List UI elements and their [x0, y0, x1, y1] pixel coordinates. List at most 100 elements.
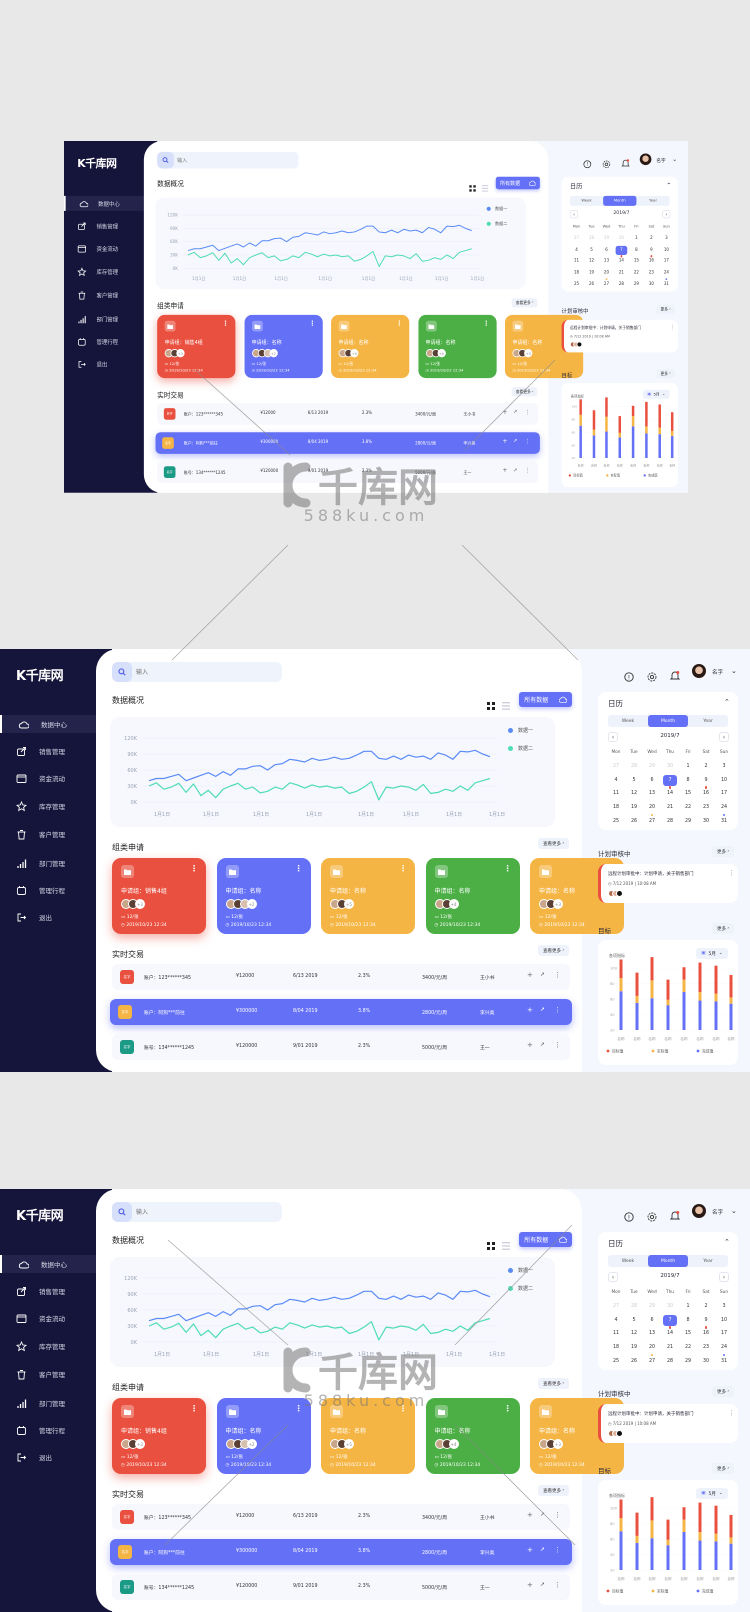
more-vertical-icon[interactable]: ⋮ — [399, 1404, 407, 1413]
collapse-chevron-icon[interactable]: ⌃ — [724, 698, 730, 706]
plus-icon[interactable]: + — [527, 971, 533, 979]
tab-week[interactable]: Week — [608, 1255, 648, 1267]
more-vertical-icon[interactable]: ⋮ — [295, 1404, 303, 1413]
calendar-day[interactable]: 1 — [681, 764, 695, 769]
calendar-day[interactable]: 15 — [631, 259, 643, 263]
calendar-day[interactable]: 14 — [663, 791, 677, 796]
transaction-row[interactable]: 名字 账号：134******1245 ¥120000 9/01 2019 2.3% 50… — [112, 1574, 570, 1600]
sidebar-item-5[interactable]: 部门管理 — [0, 854, 96, 872]
group-card[interactable]: ⋮ 申请组：销售4组 +3 ▭ 12/张 ◷ 2019/10/23 12:34 — [157, 314, 236, 379]
plus-icon[interactable]: + — [502, 438, 507, 445]
calendar-day[interactable]: 26 — [586, 282, 598, 286]
plus-icon[interactable]: + — [527, 1041, 533, 1049]
transaction-row[interactable]: 名字 账户：阿狗***前往 ¥300000 8/04 2019 3.8% 2800/元/周… — [110, 1539, 572, 1565]
prev-month-icon[interactable]: ‹ — [569, 210, 579, 219]
share-arrow-icon[interactable]: ➚ — [540, 1041, 545, 1048]
more-vertical-icon[interactable]: ⋮ — [525, 409, 531, 416]
share-arrow-icon[interactable]: ➚ — [513, 438, 517, 444]
calendar-day[interactable]: 11 — [571, 259, 583, 263]
group-card[interactable]: ⋮ 申请组：名称 +5 ▭ 12/张 ◷ 2019/10/23 12:34 — [331, 314, 410, 379]
notification-bell-icon[interactable] — [621, 155, 630, 171]
calendar-day[interactable]: 14 — [663, 1331, 677, 1336]
more-vertical-icon[interactable]: ⋮ — [554, 971, 561, 979]
calendar-day[interactable]: 14 — [616, 259, 628, 263]
tab-year[interactable]: Year — [688, 715, 728, 727]
calendar-day[interactable]: 7 — [663, 774, 677, 786]
tab-year[interactable]: Year — [688, 1255, 728, 1267]
calendar-day[interactable]: 29 — [681, 1359, 695, 1364]
calendar-day[interactable]: 15 — [681, 791, 695, 796]
calendar-day[interactable]: 19 — [627, 1345, 641, 1350]
next-month-icon[interactable]: › — [719, 732, 729, 742]
calendar-day[interactable]: 30 — [616, 237, 628, 241]
more-vertical-icon[interactable]: ⋮ — [504, 864, 512, 873]
review-more-button[interactable]: 更多 › — [712, 846, 735, 857]
tab-month[interactable]: Month — [603, 195, 637, 206]
calendar-day[interactable]: 27 — [609, 1304, 623, 1309]
calendar-day[interactable]: 29 — [645, 1304, 659, 1309]
calendar-day[interactable]: 17 — [717, 791, 731, 796]
sidebar-item-7[interactable]: 退出 — [64, 356, 144, 371]
goals-more-button[interactable]: 更多 › — [712, 1463, 735, 1474]
calendar-day[interactable]: 3 — [717, 1304, 731, 1309]
chevron-down-icon[interactable]: ⌄ — [731, 667, 737, 675]
share-arrow-icon[interactable]: ➚ — [540, 1546, 545, 1553]
group-card[interactable]: ⋮ 申请组：名称 +4 ▭ 12/张 ◷ 2019/10/23 12:34 — [425, 1398, 520, 1474]
sidebar-item-6[interactable]: 管理行程 — [64, 334, 144, 349]
more-vertical-icon[interactable]: ⋮ — [554, 1041, 561, 1049]
calendar-day[interactable]: 26 — [627, 819, 641, 824]
calendar-day[interactable]: 25 — [571, 282, 583, 286]
calendar-day[interactable]: 5 — [627, 778, 641, 783]
calendar-day[interactable]: 3 — [661, 237, 673, 241]
calendar-day[interactable]: 10 — [717, 1318, 731, 1323]
calendar-day[interactable]: 24 — [661, 271, 673, 275]
settings-gear-icon[interactable] — [647, 667, 657, 686]
sidebar-item-7[interactable]: 退出 — [0, 908, 96, 926]
tab-week[interactable]: Week — [608, 715, 648, 727]
calendar-day[interactable]: 23 — [699, 805, 713, 810]
sidebar-item-6[interactable]: 管理行程 — [0, 881, 96, 899]
plus-icon[interactable]: + — [527, 1511, 533, 1519]
more-vertical-icon[interactable]: ⋮ — [554, 1511, 561, 1519]
calendar-day[interactable]: 30 — [646, 282, 658, 286]
more-vertical-icon[interactable]: ⋮ — [309, 320, 316, 327]
calendar-day[interactable]: 22 — [681, 1345, 695, 1350]
transaction-row[interactable]: 名字 账户：123******345 ¥12000 6/13 2019 2.3% 3400… — [112, 1504, 570, 1530]
calendar-day[interactable]: 30 — [699, 819, 713, 824]
calendar-day[interactable]: 12 — [586, 259, 598, 263]
collapse-chevron-icon[interactable]: ⌃ — [724, 1238, 730, 1246]
more-vertical-icon[interactable]: ⋮ — [728, 869, 735, 877]
calendar-day[interactable]: 1 — [631, 237, 643, 241]
calendar-day[interactable]: 8 — [681, 1318, 695, 1323]
calendar-day[interactable]: 18 — [609, 805, 623, 810]
transaction-row[interactable]: 名字 账号：134******1245 ¥120000 9/01 2019 2.3% 50… — [112, 1034, 570, 1060]
tab-year[interactable]: Year — [636, 196, 669, 206]
more-vertical-icon[interactable]: ⋮ — [504, 1404, 512, 1413]
group-card[interactable]: ⋮ 申请组：名称 +4 ▭ 12/张 ◷ 2019/10/23 12:34 — [418, 314, 497, 379]
group-card[interactable]: ⋮ 申请组：名称 +4 ▭ 12/张 ◷ 2019/10/23 12:34 — [425, 858, 520, 934]
calendar-day[interactable]: 28 — [586, 237, 598, 241]
calendar-day[interactable]: 11 — [609, 1331, 623, 1336]
calendar-day[interactable]: 22 — [681, 805, 695, 810]
calendar-day[interactable]: 9 — [646, 248, 658, 252]
group-card[interactable]: ⋮ 申请组：名称 +2 ▭ 12/张 ◷ 2019/10/23 12:34 — [216, 1398, 311, 1474]
calendar-day[interactable]: 17 — [661, 259, 673, 263]
calendar-day[interactable]: 18 — [609, 1345, 623, 1350]
share-arrow-icon[interactable]: ➚ — [513, 467, 517, 473]
sidebar-item-5[interactable]: 部门管理 — [0, 1394, 96, 1412]
calendar-day[interactable]: 24 — [717, 1345, 731, 1350]
calendar-day[interactable]: 5 — [627, 1318, 641, 1323]
calendar-day[interactable]: 4 — [609, 778, 623, 783]
more-vertical-icon[interactable]: ⋮ — [295, 864, 303, 873]
calendar-day[interactable]: 28 — [663, 1359, 677, 1364]
calendar-day[interactable]: 30 — [699, 1359, 713, 1364]
calendar-day[interactable]: 22 — [631, 271, 643, 275]
calendar-day[interactable]: 7 — [615, 245, 628, 255]
calendar-day[interactable]: 9 — [699, 778, 713, 783]
calendar-day[interactable]: 28 — [627, 764, 641, 769]
help-icon[interactable]: ! — [624, 667, 634, 686]
user-avatar[interactable] — [692, 1204, 706, 1218]
goals-more-button[interactable]: 更多 › — [656, 368, 675, 379]
plus-icon[interactable]: + — [527, 1006, 533, 1014]
calendar-day[interactable]: 19 — [627, 805, 641, 810]
